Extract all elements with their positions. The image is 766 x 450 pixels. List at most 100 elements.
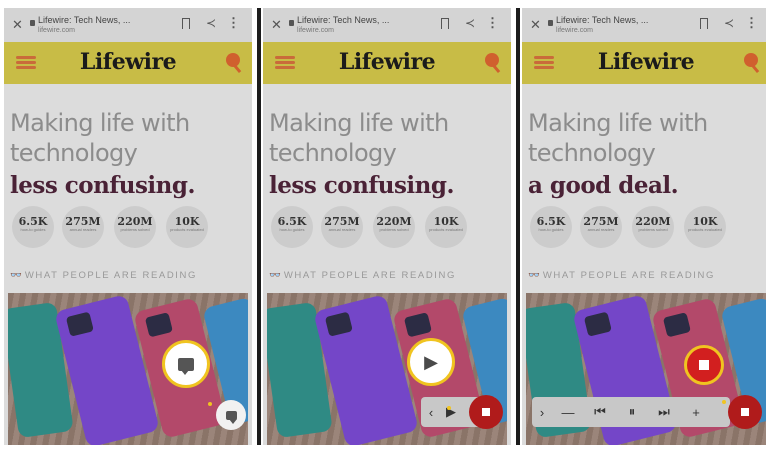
stat-label: products evaluated xyxy=(170,227,204,232)
stat-badge: 220M problems solved xyxy=(632,206,674,248)
stat-label: problems solved xyxy=(379,227,409,232)
reading-section-heading: 👓 WHAT PEOPLE ARE READING xyxy=(10,270,197,281)
article-photo[interactable] xyxy=(8,293,248,445)
hero-line-1: Making life with xyxy=(269,109,449,137)
bookmark-icon[interactable] xyxy=(700,18,708,29)
site-header: Lifewire xyxy=(4,42,252,84)
stop-icon xyxy=(699,360,709,370)
bookmark-icon[interactable] xyxy=(441,18,449,29)
stat-label: how-to guides xyxy=(20,227,46,232)
stat-badge: 220M problems solved xyxy=(373,206,415,248)
stop-button[interactable] xyxy=(728,395,762,429)
share-icon[interactable]: ≺ xyxy=(465,16,475,30)
collapse-icon[interactable]: ‹ xyxy=(421,405,441,420)
stop-highlight-button[interactable] xyxy=(684,345,724,385)
play-icon: ▶ xyxy=(424,352,438,372)
indicator-dot xyxy=(447,406,451,410)
reading-label: WHAT PEOPLE ARE READING xyxy=(283,270,456,281)
stop-button[interactable] xyxy=(469,395,503,429)
more-menu-icon[interactable]: ⋮ xyxy=(745,15,758,31)
play-button[interactable]: ▶ xyxy=(407,338,455,386)
site-header: Lifewire xyxy=(263,42,511,84)
stop-icon xyxy=(482,408,490,416)
tab-title: Lifewire: Tech News, ... xyxy=(297,15,390,25)
reading-section-heading: 👓 WHAT PEOPLE ARE READING xyxy=(269,270,456,281)
screenshot-strip: ✕ Lifewire: Tech News, ... lifewire.com … xyxy=(0,0,766,450)
faster-speed-icon[interactable]: + xyxy=(686,405,706,420)
close-tab-icon[interactable]: ✕ xyxy=(271,17,282,33)
hero-tagline: a good deal. xyxy=(528,172,679,199)
lock-icon xyxy=(289,20,294,26)
indicator-dot xyxy=(722,400,726,404)
url-text[interactable]: lifewire.com xyxy=(297,27,334,34)
stop-icon xyxy=(741,408,749,416)
glasses-icon: 👓 xyxy=(528,270,540,281)
browser-toolbar: ✕ Lifewire: Tech News, ... lifewire.com … xyxy=(263,8,511,42)
site-logo[interactable]: Lifewire xyxy=(263,49,511,75)
reading-section-heading: 👓 WHAT PEOPLE ARE READING xyxy=(528,270,715,281)
chat-bubble-icon xyxy=(178,357,194,375)
previous-icon[interactable]: ⏮ xyxy=(590,404,610,420)
hero-tagline: less confusing. xyxy=(269,172,454,199)
stat-badge: 220M problems solved xyxy=(114,206,156,248)
panel-2: ✕ Lifewire: Tech News, ... lifewire.com … xyxy=(263,8,511,445)
stat-label: problems solved xyxy=(638,227,668,232)
more-menu-icon[interactable]: ⋮ xyxy=(486,15,499,31)
search-icon[interactable] xyxy=(226,53,240,67)
reading-label: WHAT PEOPLE ARE READING xyxy=(24,270,197,281)
hero-line-2: technology xyxy=(10,139,138,167)
hero-line-2: technology xyxy=(528,139,656,167)
stat-label: how-to guides xyxy=(538,227,564,232)
browser-toolbar: ✕ Lifewire: Tech News, ... lifewire.com … xyxy=(4,8,252,42)
share-icon[interactable]: ≺ xyxy=(206,16,216,30)
site-header: Lifewire xyxy=(522,42,766,84)
stat-badge: 275M annual readers xyxy=(62,206,104,248)
stat-label: annual readers xyxy=(328,227,356,232)
url-text[interactable]: lifewire.com xyxy=(556,27,593,34)
lock-icon xyxy=(548,20,553,26)
mini-chat-button[interactable] xyxy=(216,400,246,430)
close-tab-icon[interactable]: ✕ xyxy=(530,17,541,33)
close-tab-icon[interactable]: ✕ xyxy=(12,17,23,33)
stat-badge: 10K products evaluated xyxy=(166,206,208,248)
stat-label: products evaluated xyxy=(429,227,463,232)
next-icon[interactable]: ⏭ xyxy=(654,404,674,420)
glasses-icon: 👓 xyxy=(269,270,281,281)
hero-heading: Making life with technology xyxy=(10,108,190,168)
expand-icon[interactable]: › xyxy=(532,405,552,420)
panel-divider xyxy=(257,8,261,445)
hero-heading: Making life with technology xyxy=(269,108,449,168)
stat-label: how-to guides xyxy=(279,227,305,232)
playback-controls-bar: › — ⏮ ⏸ ⏭ + xyxy=(532,397,730,427)
url-text[interactable]: lifewire.com xyxy=(38,27,75,34)
panel-divider xyxy=(516,8,520,445)
stat-badge: 275M annual readers xyxy=(321,206,363,248)
indicator-dot xyxy=(208,402,212,406)
hero-line-1: Making life with xyxy=(528,109,708,137)
stat-label: problems solved xyxy=(120,227,150,232)
panel-3: ✕ Lifewire: Tech News, ... lifewire.com … xyxy=(522,8,766,445)
stat-badge: 10K products evaluated xyxy=(684,206,726,248)
speak-chat-button[interactable] xyxy=(162,340,210,388)
more-menu-icon[interactable]: ⋮ xyxy=(227,15,240,31)
stat-badge: 6.5K how-to guides xyxy=(271,206,313,248)
hero-line-2: technology xyxy=(269,139,397,167)
site-logo[interactable]: Lifewire xyxy=(4,49,252,75)
stat-badge: 10K products evaluated xyxy=(425,206,467,248)
search-icon[interactable] xyxy=(485,53,499,67)
reading-label: WHAT PEOPLE ARE READING xyxy=(542,270,715,281)
stat-badge: 275M annual readers xyxy=(580,206,622,248)
play-icon[interactable]: ▶ xyxy=(441,404,461,420)
share-icon[interactable]: ≺ xyxy=(724,16,734,30)
glasses-icon: 👓 xyxy=(10,270,22,281)
chat-bubble-icon xyxy=(225,410,237,424)
tab-title: Lifewire: Tech News, ... xyxy=(556,15,649,25)
pause-icon[interactable]: ⏸ xyxy=(622,404,642,420)
search-icon[interactable] xyxy=(744,53,758,67)
stat-label: products evaluated xyxy=(688,227,722,232)
stat-label: annual readers xyxy=(69,227,97,232)
slower-speed-icon[interactable]: — xyxy=(558,405,578,420)
browser-toolbar: ✕ Lifewire: Tech News, ... lifewire.com … xyxy=(522,8,766,42)
bookmark-icon[interactable] xyxy=(182,18,190,29)
site-logo[interactable]: Lifewire xyxy=(522,49,766,75)
